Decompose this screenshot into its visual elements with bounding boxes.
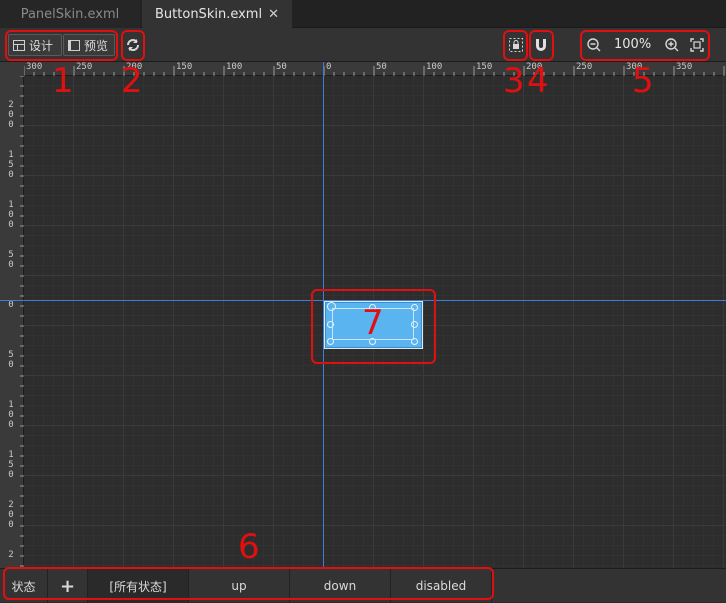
ruler-h-label: 50 (276, 62, 287, 72)
annotation-number-2: 2 (121, 61, 143, 101)
annotation-box-2 (121, 30, 145, 61)
ruler-h-label: 100 (426, 62, 443, 72)
ruler-h-label: 350 (676, 62, 693, 72)
ruler-v-label: 100 (8, 400, 14, 430)
close-icon[interactable]: ✕ (268, 7, 279, 22)
ruler-v-label: 2 (8, 550, 14, 560)
ruler-h-label: 300 (26, 62, 43, 72)
ruler-corner (0, 62, 24, 76)
ruler-v-label: 50 (8, 250, 14, 270)
annotation-number-3: 3 (503, 61, 525, 101)
annotation-number-5: 5 (632, 61, 654, 101)
ruler-h-label: 250 (576, 62, 593, 72)
ruler-v-label: 200 (8, 100, 14, 130)
tab-label: ButtonSkin.exml (155, 6, 263, 22)
ruler-v-label: 150 (8, 150, 14, 180)
tab-label: PanelSkin.exml (20, 6, 120, 22)
ruler-v-label: 150 (8, 450, 14, 480)
annotation-number-4: 4 (527, 61, 549, 101)
annotation-box-4 (529, 30, 554, 61)
ruler-v-label: 200 (8, 500, 14, 530)
tab-buttonskin[interactable]: ButtonSkin.exml ✕ (142, 0, 292, 28)
ruler-h-label: 150 (176, 62, 193, 72)
ruler-h-label: 250 (76, 62, 93, 72)
ruler-v-label: 50 (8, 350, 14, 370)
tab-bar: PanelSkin.exml ButtonSkin.exml ✕ (0, 0, 726, 28)
annotation-box-6 (3, 567, 494, 600)
annotation-box-1 (5, 30, 118, 61)
ruler-h-label: 150 (476, 62, 493, 72)
ruler-h-label: 50 (376, 62, 387, 72)
annotation-number-1: 1 (52, 61, 74, 101)
annotation-number-6: 6 (238, 527, 260, 567)
annotation-number-7: 7 (362, 303, 384, 343)
annotation-box-5 (580, 30, 710, 61)
vertical-ruler[interactable]: 200 150 100 50 0 50 100 150 200 2 (0, 76, 24, 568)
ruler-h-label: 100 (226, 62, 243, 72)
ruler-v-label: 0 (8, 300, 14, 310)
annotation-box-3 (503, 30, 528, 61)
tab-panelskin[interactable]: PanelSkin.exml (0, 0, 140, 28)
ruler-v-label: 100 (8, 200, 14, 230)
ruler-h-label: 0 (326, 62, 332, 72)
